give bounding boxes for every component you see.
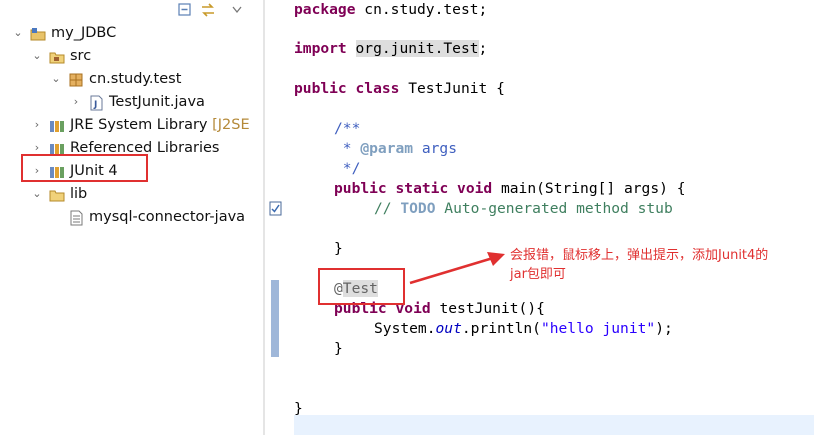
tree-item-label: src [70, 48, 92, 64]
task-marker-icon[interactable] [269, 201, 282, 216]
code-line-main-close: } [334, 240, 343, 257]
tree-item-jre-library[interactable]: › JRE System Library [J2SE [0, 114, 260, 136]
package-icon [69, 73, 83, 87]
tree-item-label: TestJunit.java [109, 94, 205, 110]
collapse-all-icon[interactable] [178, 2, 192, 18]
chevron-down-icon[interactable]: ⌄ [50, 68, 62, 90]
current-line-highlight [294, 415, 814, 435]
annotation-arrow-icon [409, 252, 505, 285]
tree-item-jar[interactable]: mysql-connector-java [0, 206, 260, 228]
code-line-javadoc-open: /** [334, 120, 361, 137]
highlight-box-junit4 [21, 154, 148, 182]
java-file-icon: J [90, 95, 103, 111]
code-line-main-decl: public static void main(String[] args) { [334, 180, 686, 197]
svg-text:J: J [93, 100, 97, 110]
folder-icon [49, 190, 65, 202]
code-line-import: import org.junit.Test; [294, 40, 488, 57]
change-marker [271, 280, 279, 357]
annotation-callout: 会报错，鼠标移上，弹出提示，添加Junit4的 jar包即可 [510, 246, 810, 284]
error-highlight: org.junit.Test [355, 40, 479, 57]
code-line-println: System.out.println("hello junit"); [374, 320, 673, 337]
chevron-down-icon[interactable]: ⌄ [31, 183, 43, 205]
chevron-down-icon[interactable]: ⌄ [31, 45, 43, 67]
tree-item-lib-folder[interactable]: ⌄ lib [0, 183, 260, 205]
code-line-package: package cn.study.test; [294, 1, 488, 18]
code-editor[interactable]: package cn.study.test; import org.junit.… [286, 0, 814, 435]
library-icon [50, 121, 64, 132]
code-line-test-close: } [334, 340, 343, 357]
chevron-right-icon[interactable]: › [70, 91, 82, 113]
code-line-class-decl: public class TestJunit { [294, 80, 505, 97]
link-with-editor-icon[interactable] [200, 2, 216, 18]
tree-item-label: my_JDBC [51, 25, 117, 41]
tree-item-label: lib [70, 186, 88, 202]
tree-item-label: mysql-connector-java [89, 209, 246, 225]
callout-line: 会报错，鼠标移上，弹出提示，添加Junit4的 [510, 248, 769, 263]
tree-item-decoration: [J2SE [212, 117, 250, 133]
tree-item-java-file[interactable]: › J TestJunit.java [0, 91, 260, 113]
tree-item-project[interactable]: ⌄ my_JDBC [0, 22, 260, 44]
code-line-class-close: } [294, 400, 303, 417]
view-menu-icon[interactable] [231, 2, 243, 18]
code-line-javadoc-param: * @param args [334, 140, 458, 157]
tree-item-package[interactable]: ⌄ cn.study.test [0, 68, 260, 90]
callout-line: jar包即可 [510, 267, 566, 282]
highlight-box-test-annotation [318, 268, 405, 305]
chevron-down-icon[interactable]: ⌄ [12, 22, 24, 44]
package-explorer: ⌄ my_JDBC ⌄ src ⌄ cn.study.test › J Test [0, 0, 263, 435]
java-project-icon [30, 28, 46, 41]
tree-item-src[interactable]: ⌄ src [0, 45, 260, 67]
source-folder-icon [49, 52, 65, 64]
tree-item-label: cn.study.test [89, 71, 182, 87]
tree-item-label: JRE System Library [70, 117, 213, 133]
jar-file-icon [70, 210, 83, 226]
code-line-javadoc-close: */ [334, 160, 361, 177]
code-line-todo-comment: // TODO Auto-generated method stub [374, 200, 673, 217]
editor-gutter [265, 0, 285, 435]
chevron-right-icon[interactable]: › [31, 114, 43, 136]
